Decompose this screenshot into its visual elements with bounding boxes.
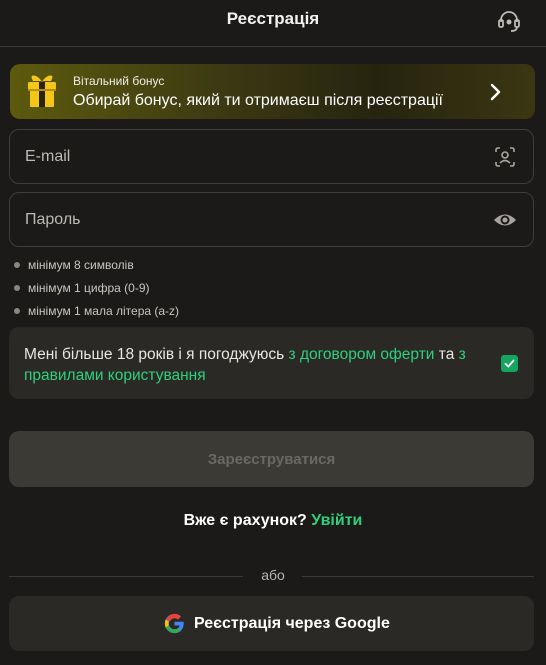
- bonus-caption: Вітальний бонус: [73, 74, 165, 88]
- login-prompt: Вже є рахунок? Увійти: [183, 512, 363, 529]
- password-field-container: [9, 192, 534, 247]
- google-icon: [164, 613, 184, 634]
- header: Реєстрація: [0, 0, 546, 47]
- google-button-label: Реєстрація через Google: [194, 615, 390, 632]
- password-rules: мінімум 8 символів мінімум 1 цифра (0-9)…: [14, 258, 179, 327]
- agreement-checkbox[interactable]: [501, 355, 518, 372]
- login-link[interactable]: Увійти: [311, 512, 362, 529]
- rule-item: мінімум 1 цифра (0-9): [14, 281, 179, 304]
- bullet-icon: [14, 308, 20, 314]
- or-label: або: [261, 567, 285, 583]
- bullet-icon: [14, 262, 20, 268]
- eye-icon[interactable]: [493, 209, 517, 231]
- face-scan-icon[interactable]: [493, 146, 517, 168]
- offer-link[interactable]: з договором оферти: [289, 346, 435, 363]
- password-input[interactable]: [10, 193, 533, 246]
- page-title: Реєстрація: [226, 9, 320, 28]
- email-field-container: [9, 129, 534, 184]
- headset-icon[interactable]: [496, 8, 522, 34]
- rule-item: мінімум 8 символів: [14, 258, 179, 281]
- google-signup-button[interactable]: Реєстрація через Google: [9, 596, 534, 651]
- gift-icon: [28, 75, 56, 107]
- divider-right: [302, 576, 534, 577]
- bullet-icon: [14, 285, 20, 291]
- welcome-bonus-banner[interactable]: Вітальний бонус Обирай бонус, який ти от…: [10, 64, 535, 119]
- agreement-text: Мені більше 18 років і я погоджуюсь з до…: [24, 346, 466, 384]
- register-button[interactable]: Зареєструватися: [9, 431, 534, 487]
- bonus-text: Обирай бонус, який ти отримаєш після реє…: [73, 92, 443, 109]
- email-input[interactable]: [10, 130, 533, 183]
- chevron-right-icon: [490, 83, 501, 101]
- agreement-box: Мені більше 18 років і я погоджуюсь з до…: [9, 327, 534, 399]
- rule-item: мінімум 1 мала літера (a-z): [14, 304, 179, 327]
